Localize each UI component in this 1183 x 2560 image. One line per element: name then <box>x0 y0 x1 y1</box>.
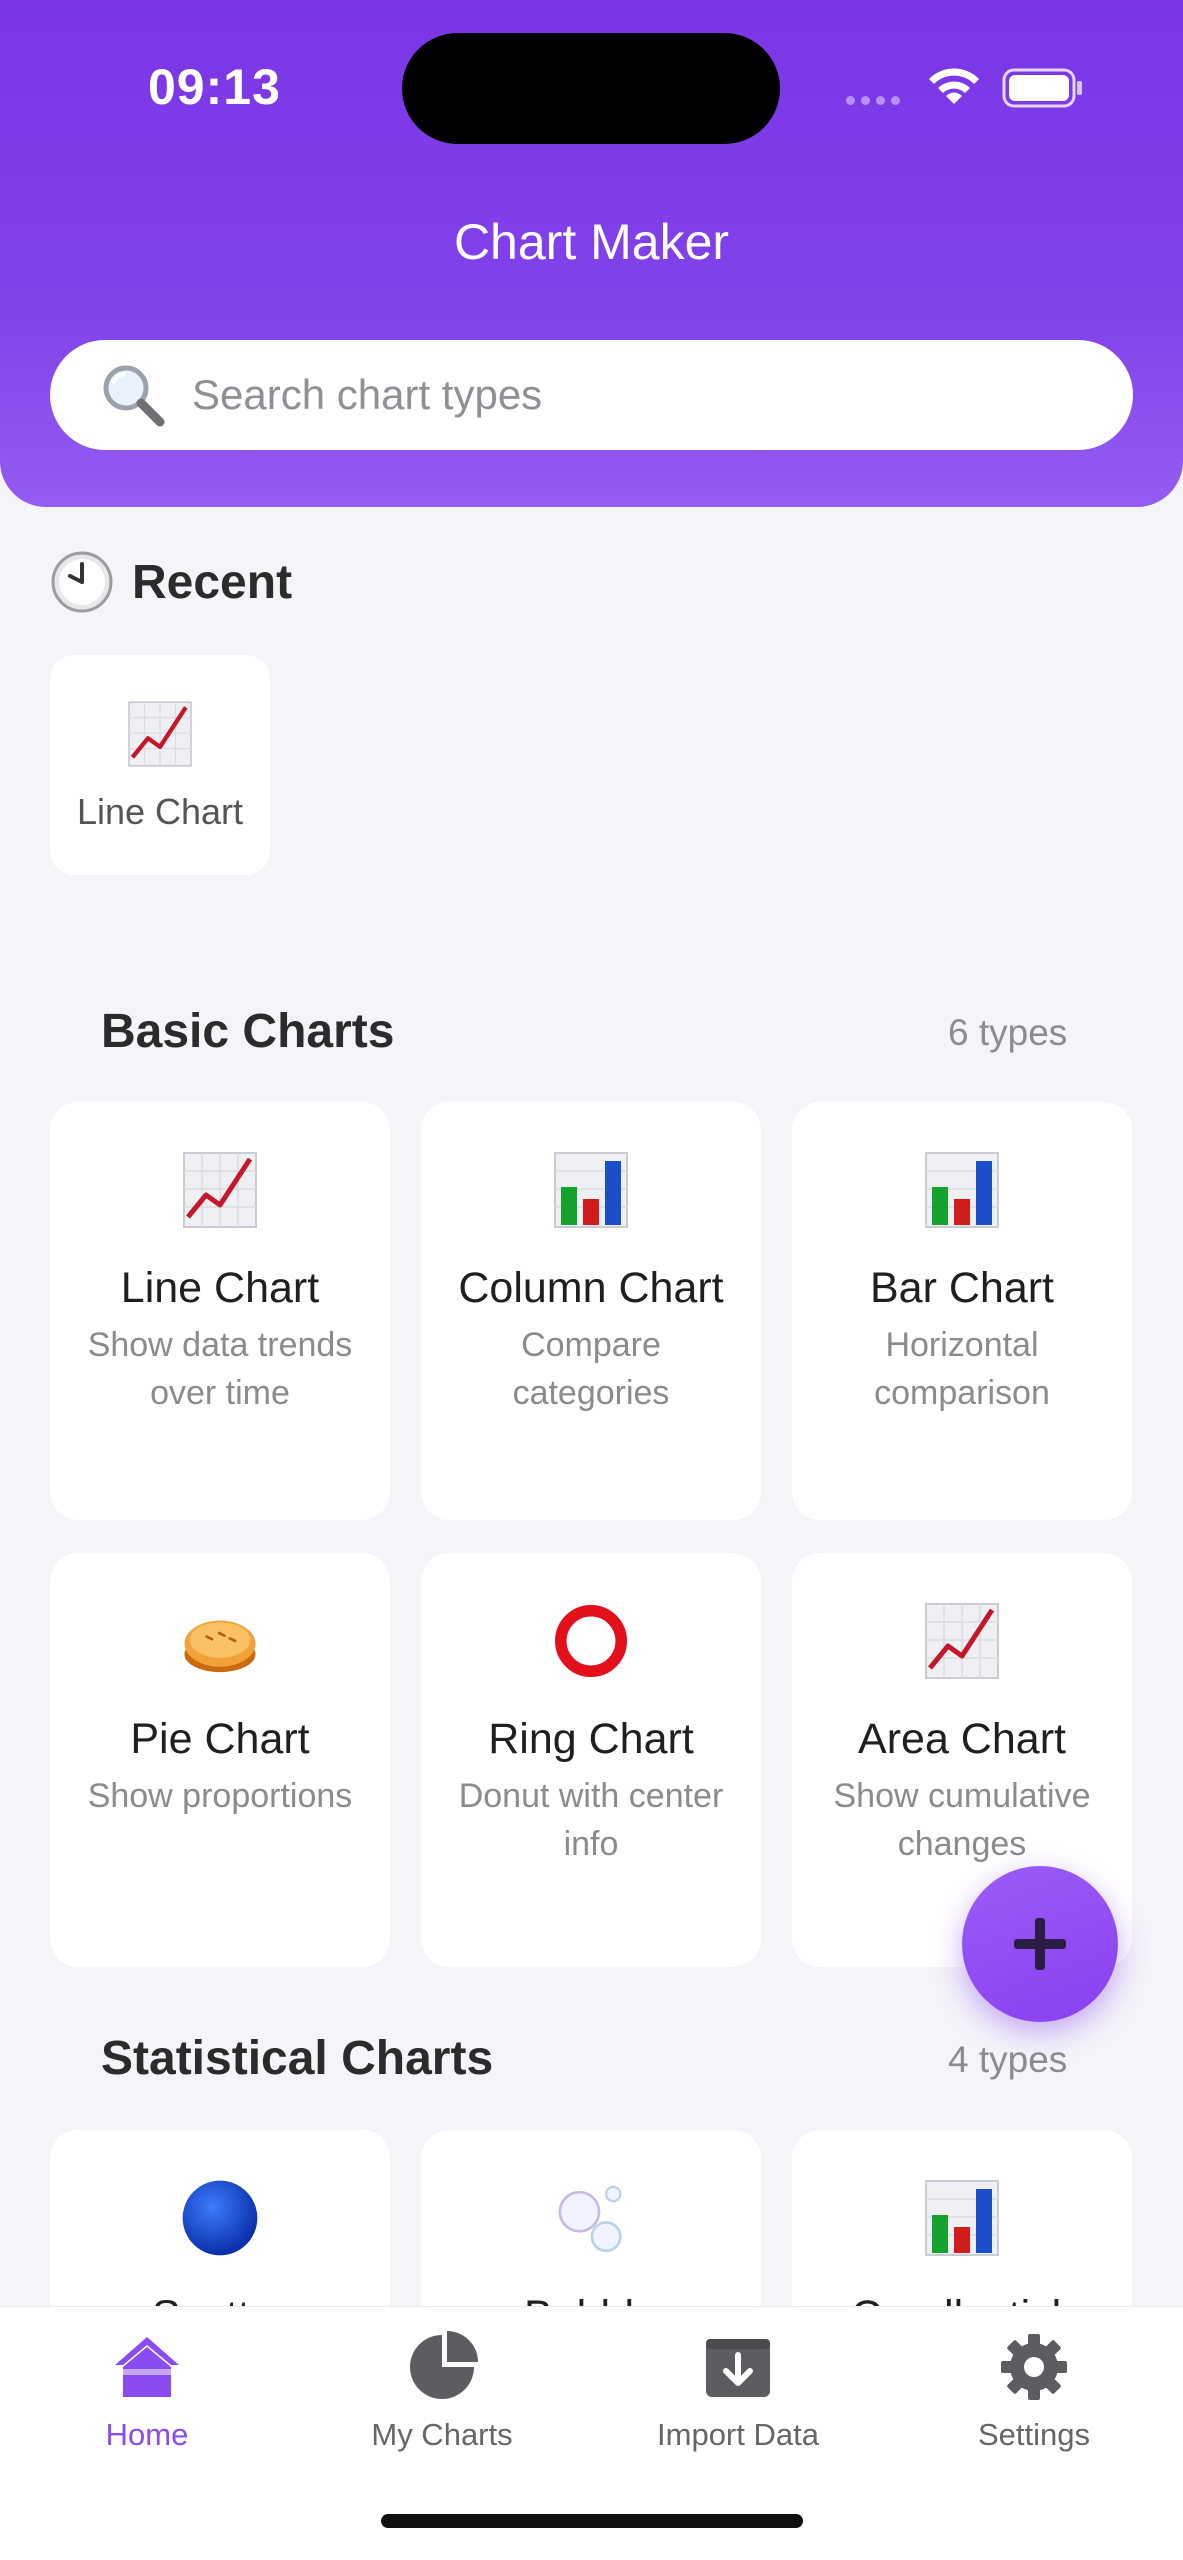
card-description: Show proportions <box>87 1777 353 1815</box>
chart-card-bar[interactable]: Bar Chart Horizontal comparison <box>792 1102 1132 1520</box>
tab-label: My Charts <box>371 2417 513 2452</box>
search-input[interactable]: Search chart types <box>50 340 1133 450</box>
card-title: Ring Chart <box>488 1715 694 1763</box>
card-description: Compare categories <box>512 1326 670 1412</box>
app-header: 09:13 Chart Maker Search chart types <box>0 0 1183 507</box>
plus-icon <box>1014 1918 1066 1970</box>
line-chart-icon <box>183 1152 257 1228</box>
area-chart-icon <box>925 1603 999 1679</box>
card-title: Column Chart <box>458 1264 724 1312</box>
add-chart-button[interactable] <box>962 1866 1118 2022</box>
dynamic-island <box>402 33 780 144</box>
tab-home[interactable]: Home <box>17 2331 277 2453</box>
bar-chart-icon <box>925 1152 999 1228</box>
basic-charts-title: Basic Charts <box>101 1005 395 1058</box>
gear-icon <box>1001 2334 1067 2400</box>
tab-settings[interactable]: Settings <box>904 2331 1164 2453</box>
recent-section-header: Recent <box>50 550 292 614</box>
tab-label: Settings <box>977 2417 1090 2452</box>
blue-circle-icon <box>182 2180 258 2256</box>
card-description: Show data trends over time <box>87 1326 353 1412</box>
status-time: 09:13 <box>148 59 281 115</box>
card-description: Horizontal comparison <box>874 1326 1050 1412</box>
tab-label: Home <box>105 2417 189 2452</box>
card-description: Show cumulative changes <box>833 1777 1091 1863</box>
recent-item-line-chart[interactable]: Line Chart <box>50 655 270 875</box>
pie-icon <box>184 1620 256 1673</box>
chart-card-pie[interactable]: Pie Chart Show proportions <box>50 1553 390 1967</box>
chart-card-line[interactable]: Line Chart Show data trends over time <box>50 1102 390 1520</box>
statistical-charts-title: Statistical Charts <box>101 2032 494 2085</box>
recent-item-label: Line Chart <box>76 791 244 832</box>
battery-icon <box>1002 68 1082 108</box>
tab-label: Import Data <box>657 2417 819 2452</box>
chart-card-column[interactable]: Column Chart Compare categories <box>421 1102 761 1520</box>
statistical-charts-count: 4 types <box>948 2039 1068 2080</box>
column-chart-icon <box>554 1152 628 1228</box>
chart-card-ring[interactable]: Ring Chart Donut with center info <box>421 1553 761 1967</box>
card-title: Bar Chart <box>869 1264 1054 1312</box>
bubbles-icon <box>558 2185 622 2253</box>
home-icon <box>115 2337 179 2397</box>
wifi-icon <box>929 68 979 104</box>
card-title: Line Chart <box>120 1264 320 1312</box>
tab-import-data[interactable]: Import Data <box>608 2331 868 2453</box>
cellular-signal-icon <box>846 96 900 105</box>
search-placeholder: Search chart types <box>192 371 543 418</box>
ring-icon <box>555 1605 627 1677</box>
card-description: Donut with center info <box>458 1777 724 1863</box>
bar-chart-icon <box>925 2180 999 2256</box>
card-title: Pie Chart <box>130 1715 310 1763</box>
basic-charts-count: 6 types <box>948 1012 1068 1053</box>
search-icon <box>103 365 165 427</box>
clock-icon <box>51 551 113 613</box>
line-chart-icon <box>128 701 192 767</box>
app-title: Chart Maker <box>453 214 730 270</box>
pie-chart-icon <box>410 2331 478 2399</box>
card-title: Area Chart <box>858 1715 1066 1763</box>
recent-title: Recent <box>132 555 293 609</box>
import-icon <box>706 2339 770 2397</box>
home-indicator <box>381 2514 803 2528</box>
tab-my-charts[interactable]: My Charts <box>312 2331 572 2453</box>
